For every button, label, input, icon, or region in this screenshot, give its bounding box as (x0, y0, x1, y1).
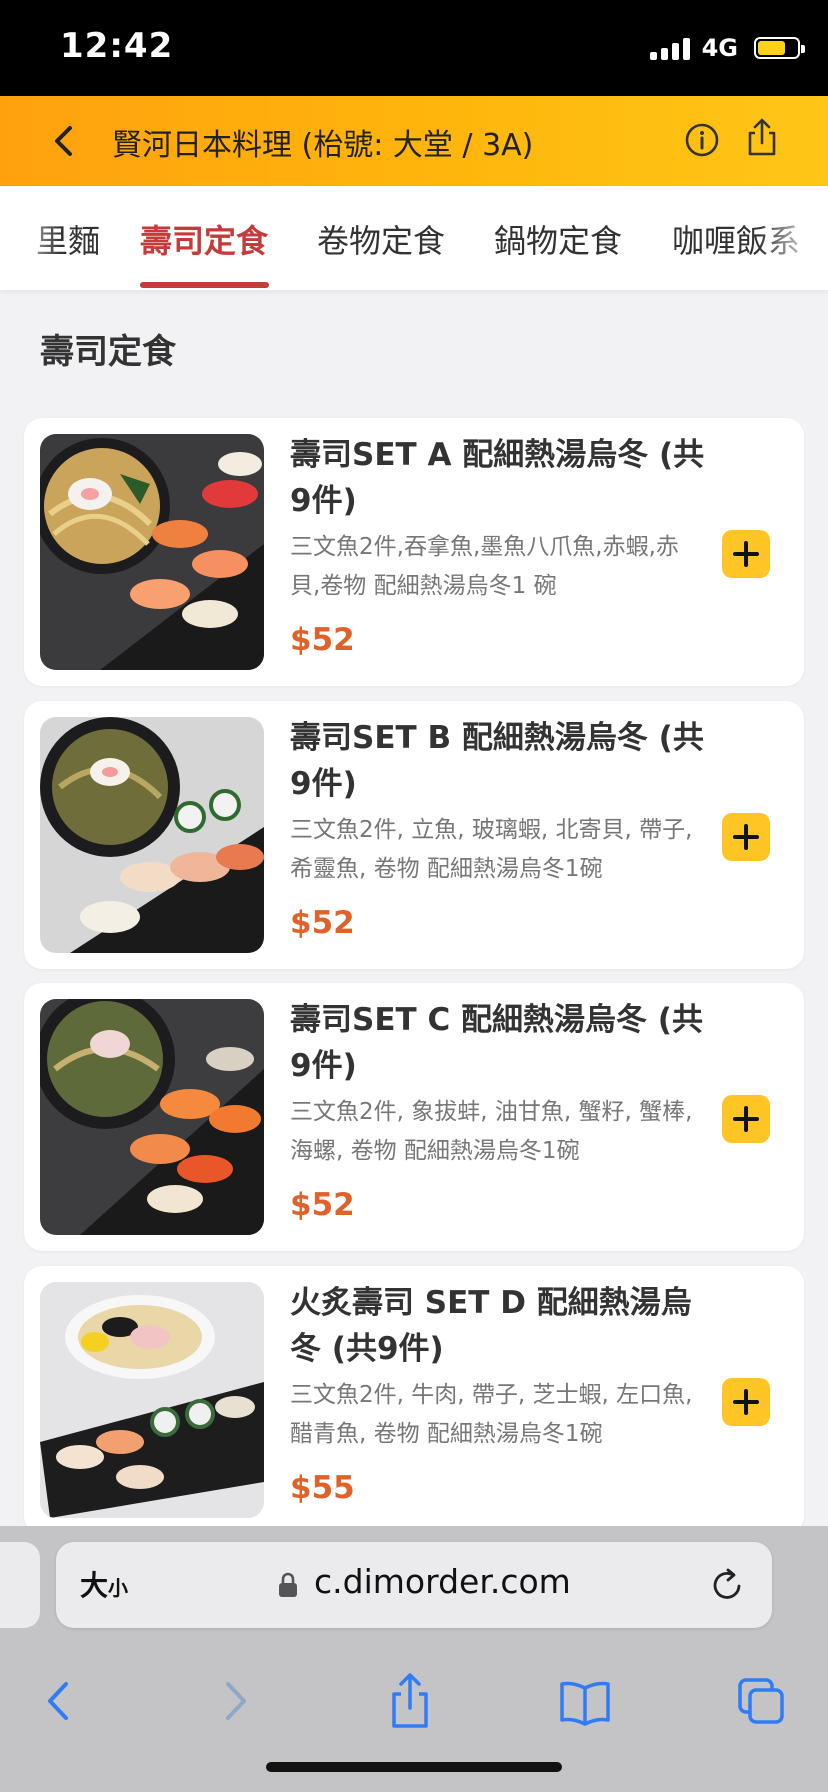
item-name: 壽司SET B 配細熱湯烏冬 (共9件) (290, 720, 704, 802)
tabs-fade-left (0, 186, 60, 290)
signal-icon (649, 36, 690, 60)
tab-sushi-set[interactable]: 壽司定食 (140, 216, 268, 262)
menu-item-card[interactable]: 壽司SET C 配細熱湯烏冬 (共9件) 三文魚2件, 象拔蚌, 油甘魚, 蟹籽… (24, 983, 804, 1251)
text-size-large-label: 大 (80, 1569, 109, 1602)
share-icon[interactable] (742, 116, 782, 160)
item-price: $52 (290, 622, 355, 658)
url-text: c.dimorder.com (314, 1562, 571, 1601)
text-size-button[interactable]: 大小 (80, 1564, 128, 1604)
tab-maki-set[interactable]: 卷物定食 (317, 216, 445, 262)
status-indicators: 4G (649, 34, 805, 62)
item-description: 三文魚2件, 立魚, 玻璃蝦, 北寄貝, 帶子, 希靈魚, 卷物 配細熱湯烏冬1… (290, 817, 693, 882)
browser-back-icon[interactable] (38, 1666, 78, 1736)
menu-item-card[interactable]: 火炙壽司 SET D 配細熱湯烏冬 (共9件) 三文魚2件, 牛肉, 帶子, 芝… (24, 1266, 804, 1534)
item-description: 三文魚2件, 象拔蚌, 油甘魚, 蟹籽, 蟹棒, 海螺, 卷物 配細熱湯烏冬1碗 (290, 1099, 693, 1164)
network-label: 4G (701, 34, 738, 62)
add-to-cart-button[interactable] (722, 530, 770, 578)
browser-share-icon[interactable] (386, 1666, 434, 1736)
item-description: 三文魚2件,吞拿魚,墨魚八爪魚,赤蝦,赤貝,卷物 配細熱湯烏冬1 碗 (290, 534, 679, 599)
item-name: 壽司SET A 配細熱湯烏冬 (共9件) (290, 437, 705, 519)
item-price: $52 (290, 905, 355, 941)
browser-toolbar: 大小 c.dimorder.com (0, 1526, 828, 1792)
previous-tab-preview[interactable] (0, 1542, 40, 1628)
add-to-cart-button[interactable] (722, 1095, 770, 1143)
home-indicator (266, 1762, 562, 1772)
item-name: 壽司SET C 配細熱湯烏冬 (共9件) (290, 1002, 703, 1084)
tabs-fade-right (758, 186, 828, 290)
back-arrow-icon[interactable] (42, 118, 88, 164)
browser-nav-row (0, 1666, 828, 1736)
menu-item-card[interactable]: 壽司SET B 配細熱湯烏冬 (共9件) 三文魚2件, 立魚, 玻璃蝦, 北寄貝… (24, 701, 804, 969)
reload-icon[interactable] (708, 1566, 746, 1604)
restaurant-title: 賢河日本料理 (枱號: 大堂 / 3A) (112, 128, 534, 163)
add-to-cart-button[interactable] (722, 813, 770, 861)
item-description: 三文魚2件, 牛肉, 帶子, 芝士蝦, 左口魚, 醋青魚, 卷物 配細熱湯烏冬1… (290, 1382, 693, 1447)
info-icon[interactable] (682, 120, 722, 160)
address-bar[interactable]: 大小 c.dimorder.com (56, 1542, 772, 1628)
section-title: 壽司定食 (40, 332, 176, 372)
active-tab-indicator (140, 282, 269, 288)
tabs-overview-icon[interactable] (736, 1666, 786, 1736)
text-size-small-label: 小 (108, 1576, 129, 1600)
add-to-cart-button[interactable] (722, 1378, 770, 1426)
food-image (40, 999, 264, 1235)
lock-icon (279, 1572, 297, 1597)
food-image (40, 717, 264, 953)
menu-item-card[interactable]: 壽司SET A 配細熱湯烏冬 (共9件) 三文魚2件,吞拿魚,墨魚八爪魚,赤蝦,… (24, 418, 804, 686)
bookmarks-icon[interactable] (558, 1666, 612, 1736)
battery-icon (754, 37, 805, 59)
food-image (40, 434, 264, 670)
item-price: $52 (290, 1187, 355, 1223)
category-tabs: 里麵 壽司定食 卷物定食 鍋物定食 咖喱飯系 (0, 186, 828, 290)
app-header: 賢河日本料理 (枱號: 大堂 / 3A) (0, 96, 828, 186)
item-name: 火炙壽司 SET D 配細熱湯烏冬 (共9件) (290, 1285, 692, 1367)
food-image (40, 1282, 264, 1518)
status-time: 12:42 (60, 26, 174, 66)
browser-forward-icon[interactable] (216, 1666, 256, 1736)
tab-hotpot-set[interactable]: 鍋物定食 (494, 216, 622, 262)
item-price: $55 (290, 1470, 355, 1506)
status-bar: 12:42 4G (0, 0, 828, 96)
